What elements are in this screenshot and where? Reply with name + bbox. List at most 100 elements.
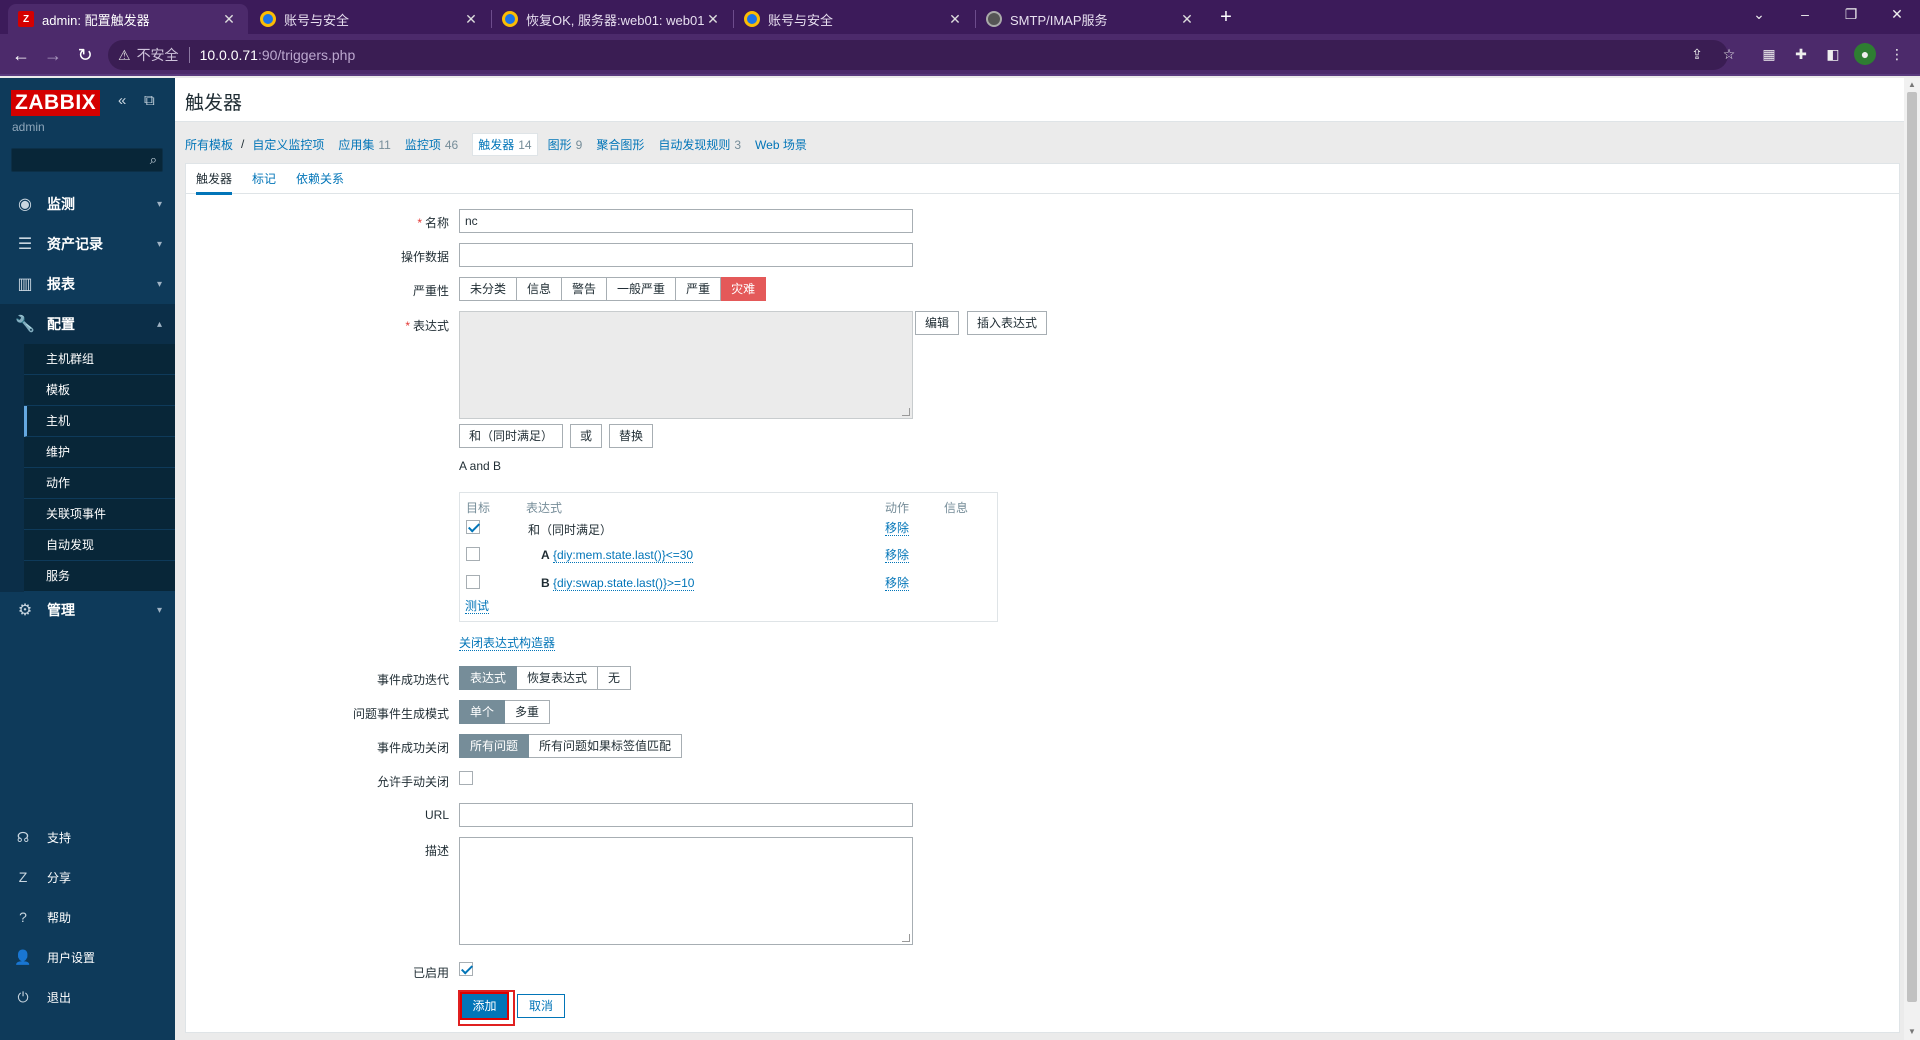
ok-event-none[interactable]: 无 — [598, 666, 632, 690]
remove-link[interactable]: 移除 — [885, 576, 910, 591]
ok-closes-all[interactable]: 所有问题 — [459, 734, 530, 758]
browser-tab-account[interactable]: 账号与安全 ✕ — [250, 4, 490, 34]
severity-not-classified[interactable]: 未分类 — [459, 277, 518, 301]
scrollbar-thumb[interactable] — [1907, 92, 1917, 1002]
browser-tab-zabbix[interactable]: Z admin: 配置触发器 ✕ — [8, 4, 248, 34]
severity-high[interactable]: 严重 — [676, 277, 722, 301]
tab-trigger[interactable]: 触发器 — [196, 170, 233, 195]
minimize-button[interactable]: – — [1782, 0, 1828, 30]
submenu-hosts[interactable]: 主机 — [24, 406, 175, 437]
window-close-button[interactable]: ✕ — [1874, 0, 1920, 30]
crumb-triggers[interactable]: 触发器 14 — [472, 132, 538, 156]
resize-handle-icon[interactable] — [902, 934, 910, 942]
crumb-all-templates[interactable]: 所有模板 — [185, 136, 233, 153]
resize-handle-icon[interactable] — [902, 408, 910, 416]
extension-icon[interactable]: ▦ — [1758, 43, 1780, 65]
submenu-templates[interactable]: 模板 — [24, 375, 175, 406]
close-icon[interactable]: ✕ — [946, 11, 964, 28]
browser-tab-recovery[interactable]: 恢复OK, 服务器:web01: web01- ✕ — [492, 4, 732, 34]
submenu-actions[interactable]: 动作 — [24, 468, 175, 499]
search-icon[interactable]: ⌕ — [150, 152, 157, 168]
share-page-icon[interactable]: ⇪ — [1686, 43, 1708, 65]
add-button[interactable]: 添加 — [458, 990, 515, 1026]
crumb-web[interactable]: Web 场景 — [755, 136, 807, 153]
new-tab-button[interactable]: + — [1212, 5, 1240, 31]
menu-label: 管理 — [47, 602, 75, 618]
crumb-items[interactable]: 监控项 46 — [405, 136, 458, 153]
submenu-host-groups[interactable]: 主机群组 — [24, 344, 175, 375]
or-button[interactable]: 或 — [570, 424, 603, 448]
submenu-maintenance[interactable]: 维护 — [24, 437, 175, 468]
edit-expression-button[interactable]: 编辑 — [915, 311, 960, 335]
opdata-input[interactable] — [459, 243, 913, 267]
expression-textarea[interactable] — [459, 311, 913, 419]
submenu-correlation[interactable]: 关联项事件 — [24, 499, 175, 530]
url-input[interactable] — [459, 803, 913, 827]
forward-arrow-icon[interactable]: → — [40, 42, 66, 68]
scroll-up-icon[interactable]: ▲ — [1908, 80, 1916, 89]
crumb-label: 图形 — [547, 137, 572, 152]
close-icon[interactable]: ✕ — [220, 11, 238, 28]
menu-kebab-icon[interactable]: ⋮ — [1886, 43, 1908, 65]
restore-button[interactable]: ❐ — [1828, 0, 1874, 30]
bookmark-star-icon[interactable]: ☆ — [1718, 43, 1740, 65]
row-b-expression[interactable]: {diy:swap.state.last()}>=10 — [553, 576, 695, 591]
submenu-discovery[interactable]: 自动发现 — [24, 530, 175, 561]
footer-signout[interactable]: ⏻ 退出 — [0, 978, 175, 1016]
and-button[interactable]: 和（同时满足） — [459, 424, 564, 448]
crumb-discovery[interactable]: 自动发现规则 3 — [658, 136, 741, 153]
name-input[interactable] — [459, 209, 913, 233]
zabbix-logo[interactable]: ZABBIX — [11, 90, 101, 116]
enabled-checkbox[interactable] — [459, 962, 473, 976]
row-a-expression[interactable]: {diy:mem.state.last()}<=30 — [553, 548, 694, 563]
close-icon[interactable]: ✕ — [704, 11, 722, 28]
replace-button[interactable]: 替换 — [609, 424, 654, 448]
close-expression-builder-link[interactable]: 关闭表达式构造器 — [459, 636, 556, 651]
footer-help[interactable]: ? 帮助 — [0, 898, 175, 936]
back-arrow-icon[interactable]: ← — [8, 42, 34, 68]
ok-event-expression[interactable]: 表达式 — [459, 666, 518, 690]
menu-administration[interactable]: ⚙ 管理 ▾ — [0, 590, 175, 630]
page-scrollbar[interactable]: ▲ ▼ — [1904, 78, 1920, 1040]
browser-tab-account-2[interactable]: 账号与安全 ✕ — [734, 4, 974, 34]
crumb-screens[interactable]: 聚合图形 — [596, 136, 644, 153]
tab-tags[interactable]: 标记 — [252, 170, 276, 187]
scroll-down-icon[interactable]: ▼ — [1908, 1027, 1916, 1036]
severity-average[interactable]: 一般严重 — [607, 277, 677, 301]
severity-disaster[interactable]: 灾难 — [721, 277, 767, 301]
severity-warning[interactable]: 警告 — [562, 277, 608, 301]
collapse-sidebar-icon[interactable]: « — [118, 92, 126, 109]
target-checkbox-b[interactable] — [466, 575, 480, 589]
browser-tab-smtp[interactable]: SMTP/IMAP服务 ✕ — [976, 4, 1206, 34]
description-textarea[interactable] — [459, 837, 913, 945]
address-bar[interactable]: ⚠ 不安全 10.0.0.71 :90/triggers.php — [108, 40, 1728, 70]
crumb-graphs[interactable]: 图形 9 — [548, 136, 583, 153]
profile-avatar-icon[interactable]: ● — [1854, 43, 1876, 65]
tab-search-icon[interactable]: ⌄ — [1736, 0, 1782, 30]
tab-dependencies[interactable]: 依赖关系 — [296, 170, 344, 187]
remove-link[interactable]: 移除 — [885, 548, 910, 563]
target-checkbox-and[interactable] — [466, 520, 480, 534]
puzzle-icon[interactable]: ✚ — [1790, 43, 1812, 65]
ok-event-recovery-expression[interactable]: 恢复表达式 — [517, 666, 599, 690]
crumb-template[interactable]: 自定义监控项 — [252, 136, 324, 153]
manual-close-checkbox[interactable] — [459, 771, 473, 785]
problem-mode-single[interactable]: 单个 — [459, 700, 506, 724]
submenu-services[interactable]: 服务 — [24, 561, 175, 592]
reload-icon[interactable]: ↻ — [72, 42, 98, 68]
remove-link[interactable]: 移除 — [885, 521, 910, 536]
crumb-applications[interactable]: 应用集 11 — [338, 136, 390, 153]
ok-closes-tag-match[interactable]: 所有问题如果标签值匹配 — [529, 734, 683, 758]
sidepanel-icon[interactable]: ◧ — [1822, 43, 1844, 65]
close-icon[interactable]: ✕ — [1178, 11, 1196, 28]
insert-expression-button[interactable]: 插入表达式 — [967, 311, 1048, 335]
target-checkbox-a[interactable] — [466, 547, 480, 561]
sidebar-search-input[interactable]: ⌕ — [11, 148, 163, 172]
test-link[interactable]: 测试 — [465, 599, 490, 614]
problem-mode-multiple[interactable]: 多重 — [505, 700, 551, 724]
severity-information[interactable]: 信息 — [517, 277, 563, 301]
kiosk-mode-icon[interactable]: ⧉ — [144, 92, 155, 109]
cancel-button[interactable]: 取消 — [517, 994, 565, 1018]
close-icon[interactable]: ✕ — [462, 11, 480, 28]
footer-share[interactable]: Z 分享 — [0, 858, 175, 896]
